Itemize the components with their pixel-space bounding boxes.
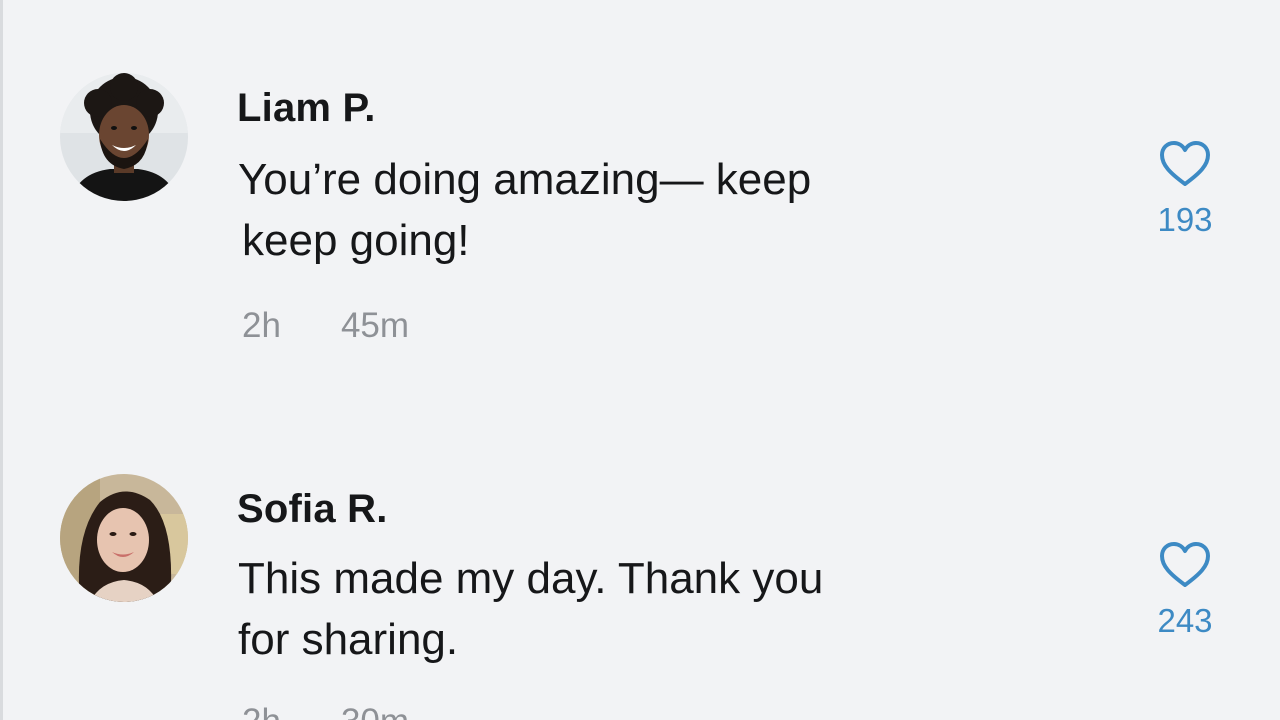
comment-item: Sofia R. This made my day. Thank you for… [0, 0, 1280, 720]
comment-time-secondary: 30m [341, 702, 409, 720]
heart-outline-icon[interactable] [1158, 541, 1212, 589]
comment-meta: 2h 30m [242, 702, 409, 720]
comments-screen: Liam P. You’re doing amazing— keep keep … [0, 0, 1280, 720]
like-button[interactable]: 243 [1140, 541, 1230, 640]
comment-author[interactable]: Sofia R. [237, 487, 388, 532]
comment-text-line: for sharing. [238, 615, 459, 664]
avatar[interactable] [60, 474, 188, 602]
comment-text: This made my day. Thank you for sharing. [238, 548, 938, 670]
comment-time: 2h [242, 702, 281, 720]
like-count: 243 [1157, 602, 1213, 639]
comment-text-line: This made my day. Thank you [238, 554, 824, 603]
